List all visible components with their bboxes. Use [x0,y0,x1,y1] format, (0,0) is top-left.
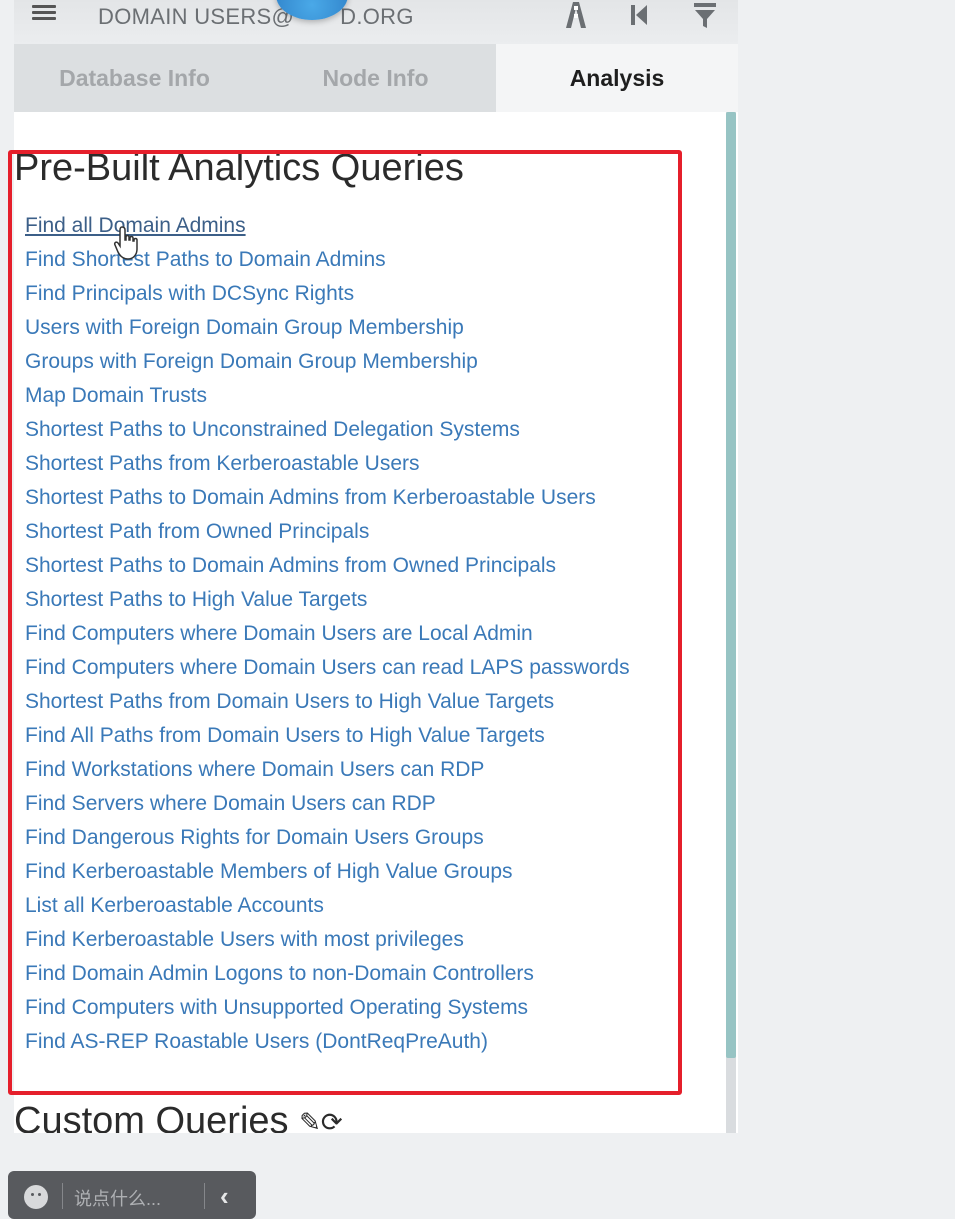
query-link[interactable]: Shortest Path from Owned Principals [25,517,630,551]
query-link[interactable]: List all Kerberoastable Accounts [25,891,630,925]
query-link[interactable]: Find Computers where Domain Users can re… [25,653,630,687]
chat-divider [62,1183,63,1209]
custom-queries-title: Custom Queries [14,1100,289,1133]
query-link[interactable]: Find Domain Admin Logons to non-Domain C… [25,959,630,993]
search-bar: DOMAIN USERS@ D.ORG [14,0,738,44]
query-link[interactable]: Shortest Paths to Domain Admins from Own… [25,551,630,585]
query-link[interactable]: Find All Paths from Domain Users to High… [25,721,630,755]
query-link[interactable]: Find Computers where Domain Users are Lo… [25,619,630,653]
query-link[interactable]: Find Kerberoastable Members of High Valu… [25,857,630,891]
query-link[interactable]: Find Kerberoastable Users with most priv… [25,925,630,959]
tab-node-info[interactable]: Node Info [255,44,496,112]
query-link[interactable]: Shortest Paths to Domain Admins from Ker… [25,483,630,517]
prebuilt-queries-heading: Pre-Built Analytics Queries [14,147,464,189]
query-link[interactable]: Users with Foreign Domain Group Membersh… [25,313,630,347]
search-input[interactable]: DOMAIN USERS@ D.ORG [98,4,414,30]
pathfinding-icon[interactable] [562,2,590,28]
query-link[interactable]: Find Principals with DCSync Rights [25,279,630,313]
back-icon[interactable] [629,2,649,28]
chevron-left-icon[interactable]: ‹ [220,1181,229,1212]
scrollbar-thumb[interactable] [726,112,736,1058]
query-link[interactable]: Find AS-REP Roastable Users (DontReqPreA… [25,1027,630,1061]
query-link[interactable]: Find Workstations where Domain Users can… [25,755,630,789]
chat-bar[interactable]: 说点什么... ‹ [8,1171,256,1219]
search-text-suffix: D.ORG [340,4,414,29]
custom-queries-heading: Custom Queries ✎⟳ [14,1100,343,1133]
query-link[interactable]: Shortest Paths from Kerberoastable Users [25,449,630,483]
chat-divider [204,1183,205,1209]
search-text-prefix: DOMAIN USERS@ [98,4,295,29]
chat-input[interactable]: 说点什么... [74,1185,161,1211]
tab-database-info[interactable]: Database Info [14,44,255,112]
refresh-icon[interactable]: ⟳ [321,1107,343,1133]
tab-bar: Database Info Node Info Analysis [14,44,738,112]
hand-cursor-icon [114,226,138,260]
query-link[interactable]: Shortest Paths from Domain Users to High… [25,687,630,721]
query-list: Find all Domain Admins Find Shortest Path… [25,211,630,1061]
filter-icon[interactable] [694,2,716,28]
hamburger-icon[interactable] [32,2,56,26]
tab-analysis[interactable]: Analysis [496,44,738,112]
query-link[interactable]: Groups with Foreign Domain Group Members… [25,347,630,381]
emoji-icon[interactable] [24,1185,48,1209]
side-panel: DOMAIN USERS@ D.ORG Database Info Node In… [14,0,738,1133]
edit-icon[interactable]: ✎ [299,1107,321,1133]
query-link[interactable]: Shortest Paths to Unconstrained Delegati… [25,415,630,449]
query-link[interactable]: Map Domain Trusts [25,381,630,415]
query-link[interactable]: Find Computers with Unsupported Operatin… [25,993,630,1027]
query-link[interactable]: Find Dangerous Rights for Domain Users G… [25,823,630,857]
query-link[interactable]: Shortest Paths to High Value Targets [25,585,630,619]
query-link[interactable]: Find Servers where Domain Users can RDP [25,789,630,823]
